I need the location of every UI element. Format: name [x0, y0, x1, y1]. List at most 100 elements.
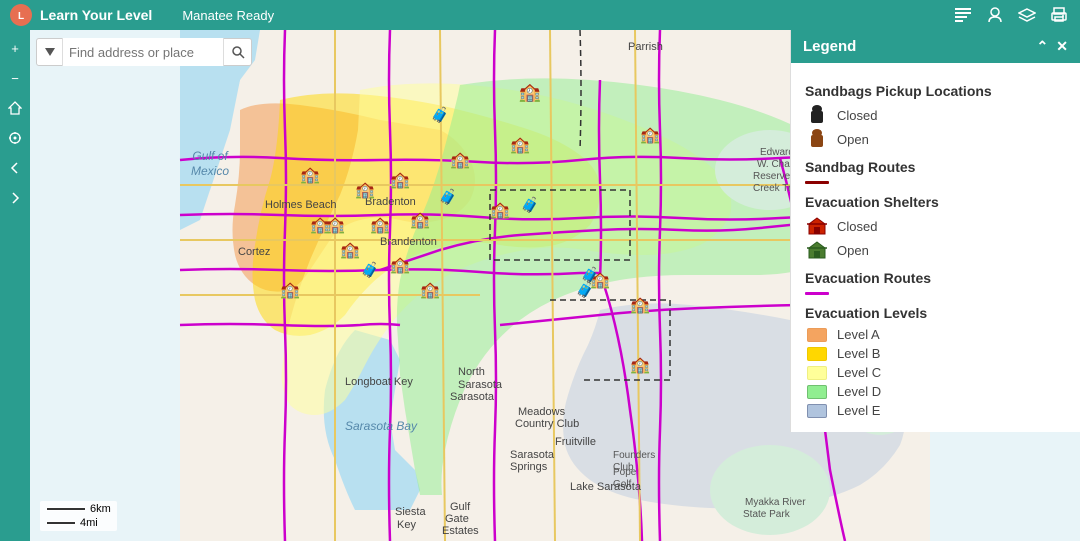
- topbar-icons: [948, 0, 1080, 30]
- legend-level-d: Level D: [805, 384, 1066, 399]
- svg-text:Edward: Edward: [760, 147, 794, 158]
- level-a-label: Level A: [837, 327, 880, 342]
- level-b-label: Level B: [837, 346, 880, 361]
- svg-text:Longboat Key: Longboat Key: [345, 376, 413, 388]
- svg-text:🧳: 🧳: [521, 196, 540, 214]
- svg-text:Key: Key: [397, 519, 416, 531]
- svg-text:🏫: 🏫: [390, 172, 410, 189]
- left-toolbar: + −: [0, 30, 30, 541]
- app-title: Learn Your Level: [40, 7, 152, 23]
- svg-text:Brandenton: Brandenton: [380, 236, 437, 248]
- scale-bar: 6km 4mi: [40, 501, 117, 531]
- svg-text:🏫: 🏫: [280, 282, 300, 299]
- svg-text:Myakka River: Myakka River: [745, 497, 806, 508]
- person-icon[interactable]: [980, 0, 1010, 30]
- svg-text:🏫: 🏫: [355, 182, 375, 199]
- svg-text:Sarasota: Sarasota: [450, 391, 495, 403]
- svg-text:Sarasota Bay: Sarasota Bay: [345, 419, 418, 433]
- svg-text:🏫: 🏫: [519, 82, 541, 102]
- logo-icon: L: [10, 4, 32, 26]
- legend-evacuation-route: [805, 292, 1066, 295]
- legend-shelter-open: Open: [805, 240, 1066, 260]
- svg-text:Siesta: Siesta: [395, 506, 426, 518]
- svg-text:🏫: 🏫: [630, 357, 650, 374]
- svg-text:🏫: 🏫: [300, 167, 320, 184]
- level-c-label: Level C: [837, 365, 881, 380]
- legend-header: Legend ⌃ ✕: [791, 30, 1080, 63]
- svg-text:🏫: 🏫: [410, 212, 430, 229]
- legend-sandbag-closed: Closed: [805, 105, 1066, 125]
- sandbag-closed-icon: [805, 105, 829, 125]
- home-button[interactable]: [1, 94, 29, 122]
- legend-header-icons: ⌃ ✕: [1037, 38, 1068, 55]
- svg-text:Gulf: Gulf: [450, 501, 471, 513]
- zoom-in-button[interactable]: +: [1, 34, 29, 62]
- sandbag-closed-label: Closed: [837, 108, 877, 123]
- svg-text:Founders: Founders: [613, 450, 655, 461]
- svg-text:🏫: 🏫: [640, 127, 660, 144]
- svg-text:L: L: [18, 11, 24, 22]
- svg-text:🏫: 🏫: [370, 217, 390, 234]
- svg-text:Estates: Estates: [442, 525, 479, 537]
- svg-text:🏫: 🏫: [630, 297, 650, 314]
- search-dropdown-button[interactable]: [37, 38, 63, 66]
- svg-text:Holmes Beach: Holmes Beach: [265, 199, 337, 211]
- evacuation-routes-section-title: Evacuation Routes: [805, 270, 1066, 286]
- legend-panel: Legend ⌃ ✕ Sandbags Pickup Locations Clo…: [790, 30, 1080, 432]
- evacuation-shelters-section-title: Evacuation Shelters: [805, 194, 1066, 210]
- svg-text:🧳: 🧳: [431, 106, 450, 124]
- svg-text:Cortez: Cortez: [238, 246, 270, 258]
- svg-text:🧳: 🧳: [361, 261, 380, 279]
- logo-area: L Learn Your Level: [0, 4, 162, 26]
- legend-sandbag-route: [805, 181, 1066, 184]
- svg-text:Fruitville: Fruitville: [555, 436, 596, 448]
- sandbag-routes-section-title: Sandbag Routes: [805, 159, 1066, 175]
- sandbag-route-line-icon: [805, 181, 829, 184]
- level-a-icon: [805, 328, 829, 342]
- svg-text:Mexico: Mexico: [191, 164, 229, 178]
- legend-close-button[interactable]: ✕: [1056, 38, 1068, 55]
- legend-sandbag-open: Open: [805, 129, 1066, 149]
- legend-title: Legend: [803, 38, 856, 55]
- svg-text:Meadows: Meadows: [518, 406, 566, 418]
- level-e-icon: [805, 404, 829, 418]
- level-b-icon: [805, 347, 829, 361]
- level-d-icon: [805, 385, 829, 399]
- svg-text:Springs: Springs: [510, 461, 548, 473]
- legend-level-a: Level A: [805, 327, 1066, 342]
- menu-icon[interactable]: [948, 0, 978, 30]
- zoom-out-button[interactable]: −: [1, 64, 29, 92]
- legend-level-e: Level E: [805, 403, 1066, 418]
- svg-text:Country Club: Country Club: [515, 418, 579, 430]
- level-c-icon: [805, 366, 829, 380]
- legend-collapse-button[interactable]: ⌃: [1037, 38, 1049, 55]
- sandbags-section-title: Sandbags Pickup Locations: [805, 83, 1066, 99]
- layers-icon[interactable]: [1012, 0, 1042, 30]
- evacuation-route-line-icon: [805, 292, 829, 295]
- svg-text:State Park: State Park: [743, 509, 791, 520]
- sandbag-open-icon: [805, 129, 829, 149]
- subtitle: Manatee Ready: [182, 8, 274, 23]
- forward-button[interactable]: [1, 184, 29, 212]
- search-submit-button[interactable]: [223, 38, 251, 66]
- locate-button[interactable]: [1, 124, 29, 152]
- legend-level-c: Level C: [805, 365, 1066, 380]
- back-button[interactable]: [1, 154, 29, 182]
- svg-text:🧳: 🧳: [439, 188, 458, 206]
- sandbag-open-label: Open: [837, 132, 869, 147]
- svg-text:Gulf of: Gulf of: [192, 149, 229, 163]
- legend-body: Sandbags Pickup Locations Closed Open Sa…: [791, 63, 1080, 432]
- print-icon[interactable]: [1044, 0, 1074, 30]
- shelter-closed-icon: [805, 216, 829, 236]
- svg-text:North: North: [458, 366, 485, 378]
- shelter-open-label: Open: [837, 243, 869, 258]
- search-input[interactable]: [63, 38, 223, 66]
- svg-text:🏫: 🏫: [310, 217, 330, 234]
- shelter-closed-label: Closed: [837, 219, 877, 234]
- svg-text:Gate: Gate: [445, 513, 469, 525]
- svg-text:🏫: 🏫: [450, 152, 470, 169]
- shelter-open-icon: [805, 240, 829, 260]
- svg-text:🏫: 🏫: [390, 257, 410, 274]
- svg-text:🏫: 🏫: [420, 282, 440, 299]
- search-bar: [36, 38, 252, 66]
